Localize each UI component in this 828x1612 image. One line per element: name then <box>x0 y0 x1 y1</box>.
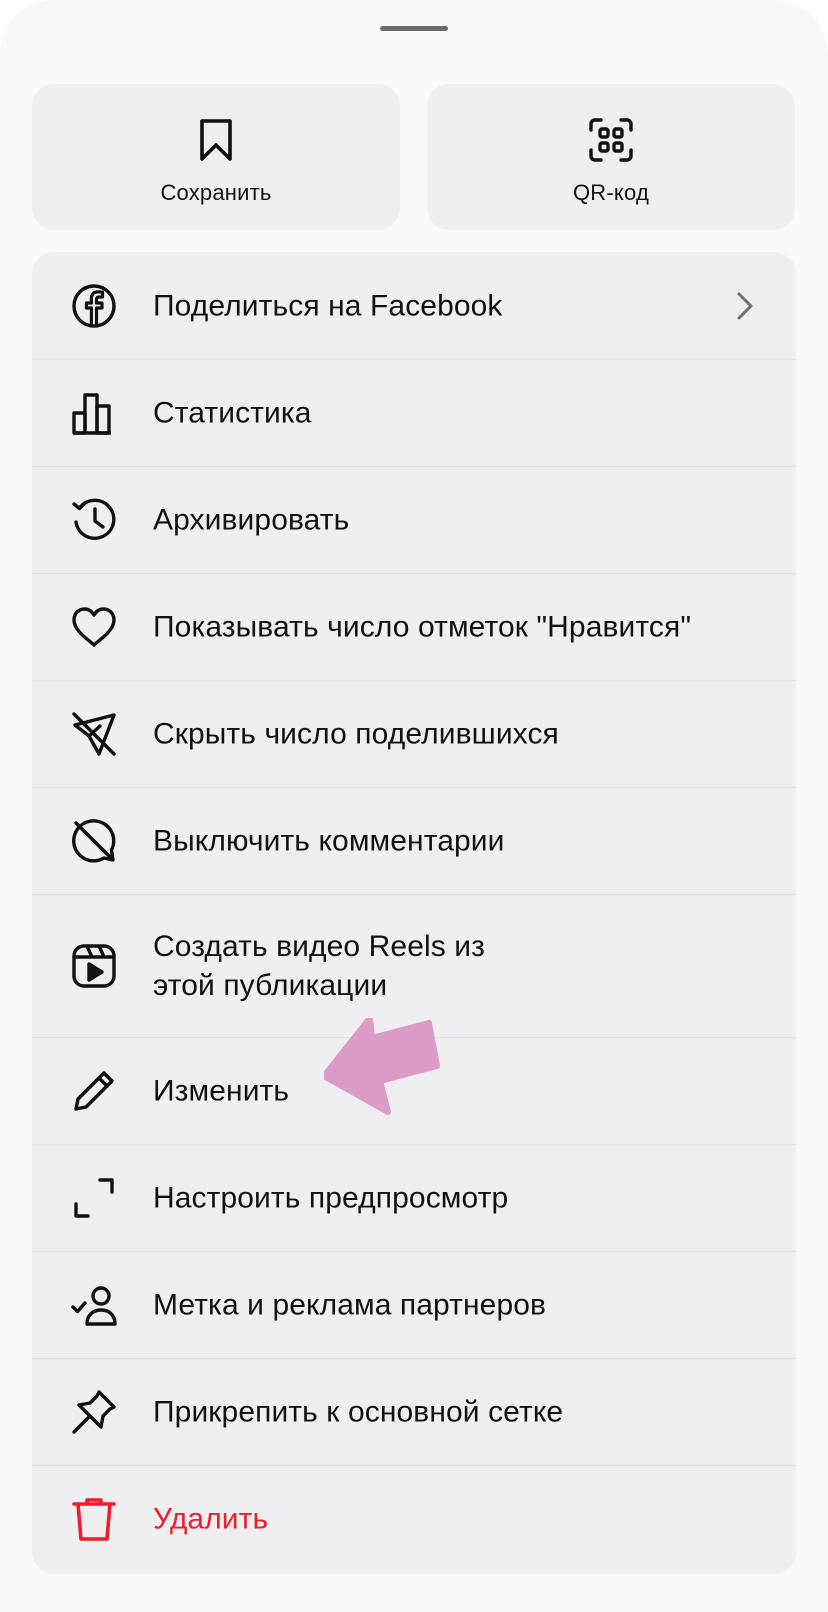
qr-code-label: QR-код <box>573 180 649 205</box>
menu-item-share-facebook[interactable]: Поделиться на Facebook <box>32 252 796 359</box>
menu-item-partner-tag[interactable]: Метка и реклама партнеров <box>32 1251 796 1358</box>
menu-item-label: Создать видео Reels из этой публикации <box>153 929 485 1002</box>
save-label: Сохранить <box>160 180 272 205</box>
menu-item-statistics[interactable]: Статистика <box>32 359 796 466</box>
menu-item-label: Статистика <box>153 396 312 429</box>
menu-item-create-reels[interactable]: Создать видео Reels из этой публикации <box>32 894 796 1037</box>
menu-item-label: Прикрепить к основной сетке <box>153 1395 564 1428</box>
menu-item-turn-off-comments[interactable]: Выключить комментарии <box>32 787 796 894</box>
partner-tag-icon <box>70 1281 118 1329</box>
facebook-icon <box>70 282 118 330</box>
share-off-icon <box>70 710 118 758</box>
menu-item-hide-shares[interactable]: Скрыть число поделившихся <box>32 680 796 787</box>
menu-item-label: Архивировать <box>153 503 350 536</box>
crop-corners-icon <box>70 1174 118 1222</box>
archive-history-icon <box>70 496 118 544</box>
comments-off-icon <box>70 817 118 865</box>
menu-item-adjust-preview[interactable]: Настроить предпросмотр <box>32 1144 796 1251</box>
qr-code-icon <box>587 116 635 164</box>
pencil-icon <box>70 1067 118 1115</box>
menu-item-label: Настроить предпросмотр <box>153 1181 509 1214</box>
menu-item-label: Скрыть число поделившихся <box>153 717 559 750</box>
heart-icon <box>70 603 118 651</box>
reels-icon <box>70 942 118 990</box>
menu-item-delete[interactable]: Удалить <box>32 1465 796 1572</box>
pin-icon <box>70 1388 118 1436</box>
menu-item-label: Метка и реклама партнеров <box>153 1288 547 1321</box>
menu-item-label: Удалить <box>153 1502 269 1535</box>
bookmark-icon <box>192 116 240 164</box>
options-menu: Поделиться на Facebook Статистика Архиви… <box>32 252 796 1574</box>
menu-item-label: Показывать число отметок "Нравится" <box>153 610 692 643</box>
menu-item-label: Поделиться на Facebook <box>153 289 503 322</box>
qr-code-button[interactable]: QR-код <box>427 84 795 230</box>
trash-icon <box>70 1495 118 1543</box>
chevron-right-icon <box>734 290 756 322</box>
menu-item-pin-to-grid[interactable]: Прикрепить к основной сетке <box>32 1358 796 1465</box>
save-button[interactable]: Сохранить <box>32 84 400 230</box>
bottom-sheet: Сохранить QR-код Поделиться на Facebook <box>0 0 828 1612</box>
menu-item-archive[interactable]: Архивировать <box>32 466 796 573</box>
annotation-arrow-icon <box>324 1018 448 1122</box>
bar-chart-icon <box>70 389 118 437</box>
menu-item-show-likes[interactable]: Показывать число отметок "Нравится" <box>32 573 796 680</box>
menu-item-label: Выключить комментарии <box>153 824 505 857</box>
sheet-grabber[interactable] <box>380 26 448 31</box>
